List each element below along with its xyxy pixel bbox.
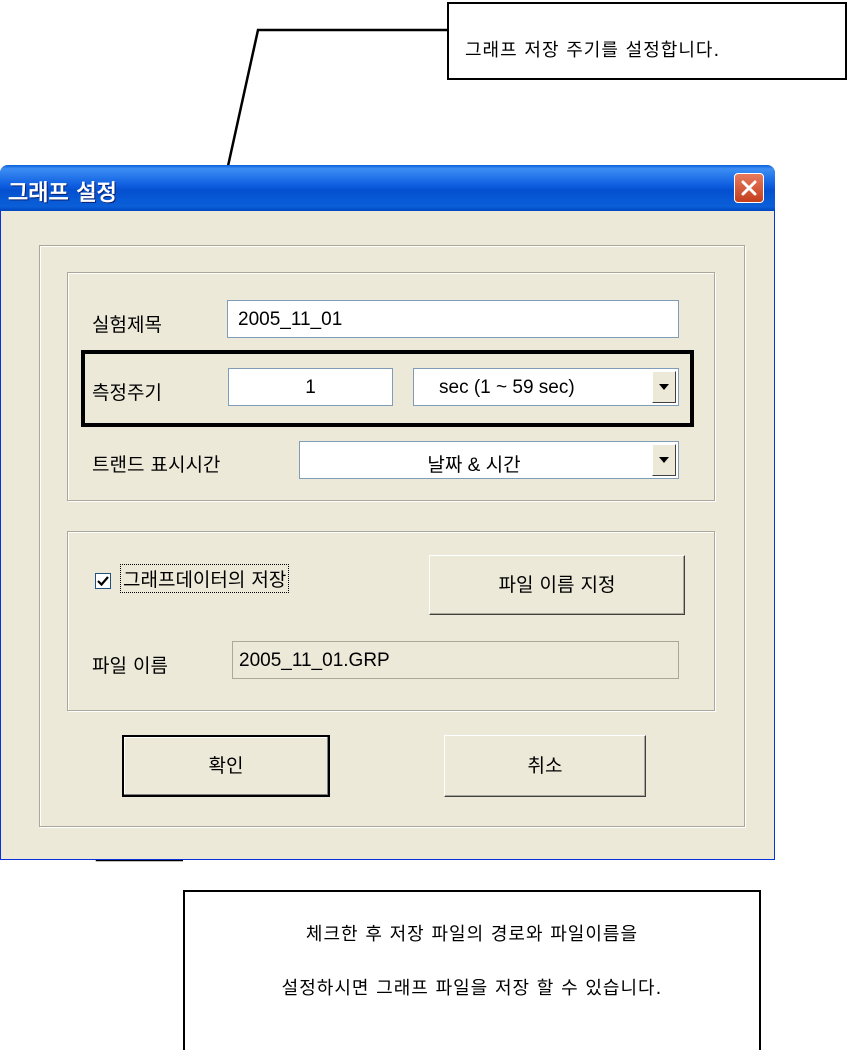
filename-label: 파일 이름: [92, 655, 168, 677]
filename-field: 2005_11_01.GRP: [232, 641, 679, 679]
save-callout-line-1: 체크한 후 저장 파일의 경로와 파일이름을: [305, 924, 639, 945]
close-button[interactable]: [734, 173, 764, 203]
dropdown-arrow-icon[interactable]: [652, 371, 676, 403]
save-data-checkbox[interactable]: [95, 573, 111, 589]
interval-callout: 그래프 저장 주기를 설정합니다.: [447, 2, 847, 80]
cancel-button[interactable]: 취소: [444, 735, 646, 797]
title-bar[interactable]: 그래프 설정: [0, 165, 775, 211]
save-callout: 체크한 후 저장 파일의 경로와 파일이름을 설정하시면 그래프 파일을 저장 …: [183, 890, 761, 1050]
set-filename-button[interactable]: 파일 이름 지정: [429, 555, 685, 615]
experiment-title-input[interactable]: 2005_11_01: [227, 300, 679, 338]
dropdown-arrow-icon[interactable]: [652, 444, 676, 476]
checkmark-icon: [97, 576, 109, 587]
trend-time-label: 트랜드 표시시간: [92, 454, 221, 476]
save-data-checkbox-label[interactable]: 그래프데이터의 저장: [120, 564, 290, 593]
interval-input[interactable]: 1: [228, 368, 393, 406]
interval-unit-value: sec (1 ~ 59 sec): [439, 377, 575, 398]
interval-callout-text: 그래프 저장 주기를 설정합니다.: [465, 40, 721, 61]
save-callout-line-2: 설정하시면 그래프 파일을 저장 할 수 있습니다.: [281, 978, 663, 999]
interval-unit-select[interactable]: sec (1 ~ 59 sec): [413, 368, 679, 406]
ok-button[interactable]: 확인: [122, 735, 330, 797]
trend-time-select[interactable]: 날짜 & 시간: [299, 441, 679, 479]
experiment-title-label: 실험제목: [92, 314, 162, 336]
trend-time-value: 날짜 & 시간: [427, 455, 521, 476]
interval-label: 측정주기: [92, 382, 162, 404]
dialog-title: 그래프 설정: [8, 181, 117, 206]
graph-settings-dialog: 그래프 설정: [0, 165, 775, 860]
